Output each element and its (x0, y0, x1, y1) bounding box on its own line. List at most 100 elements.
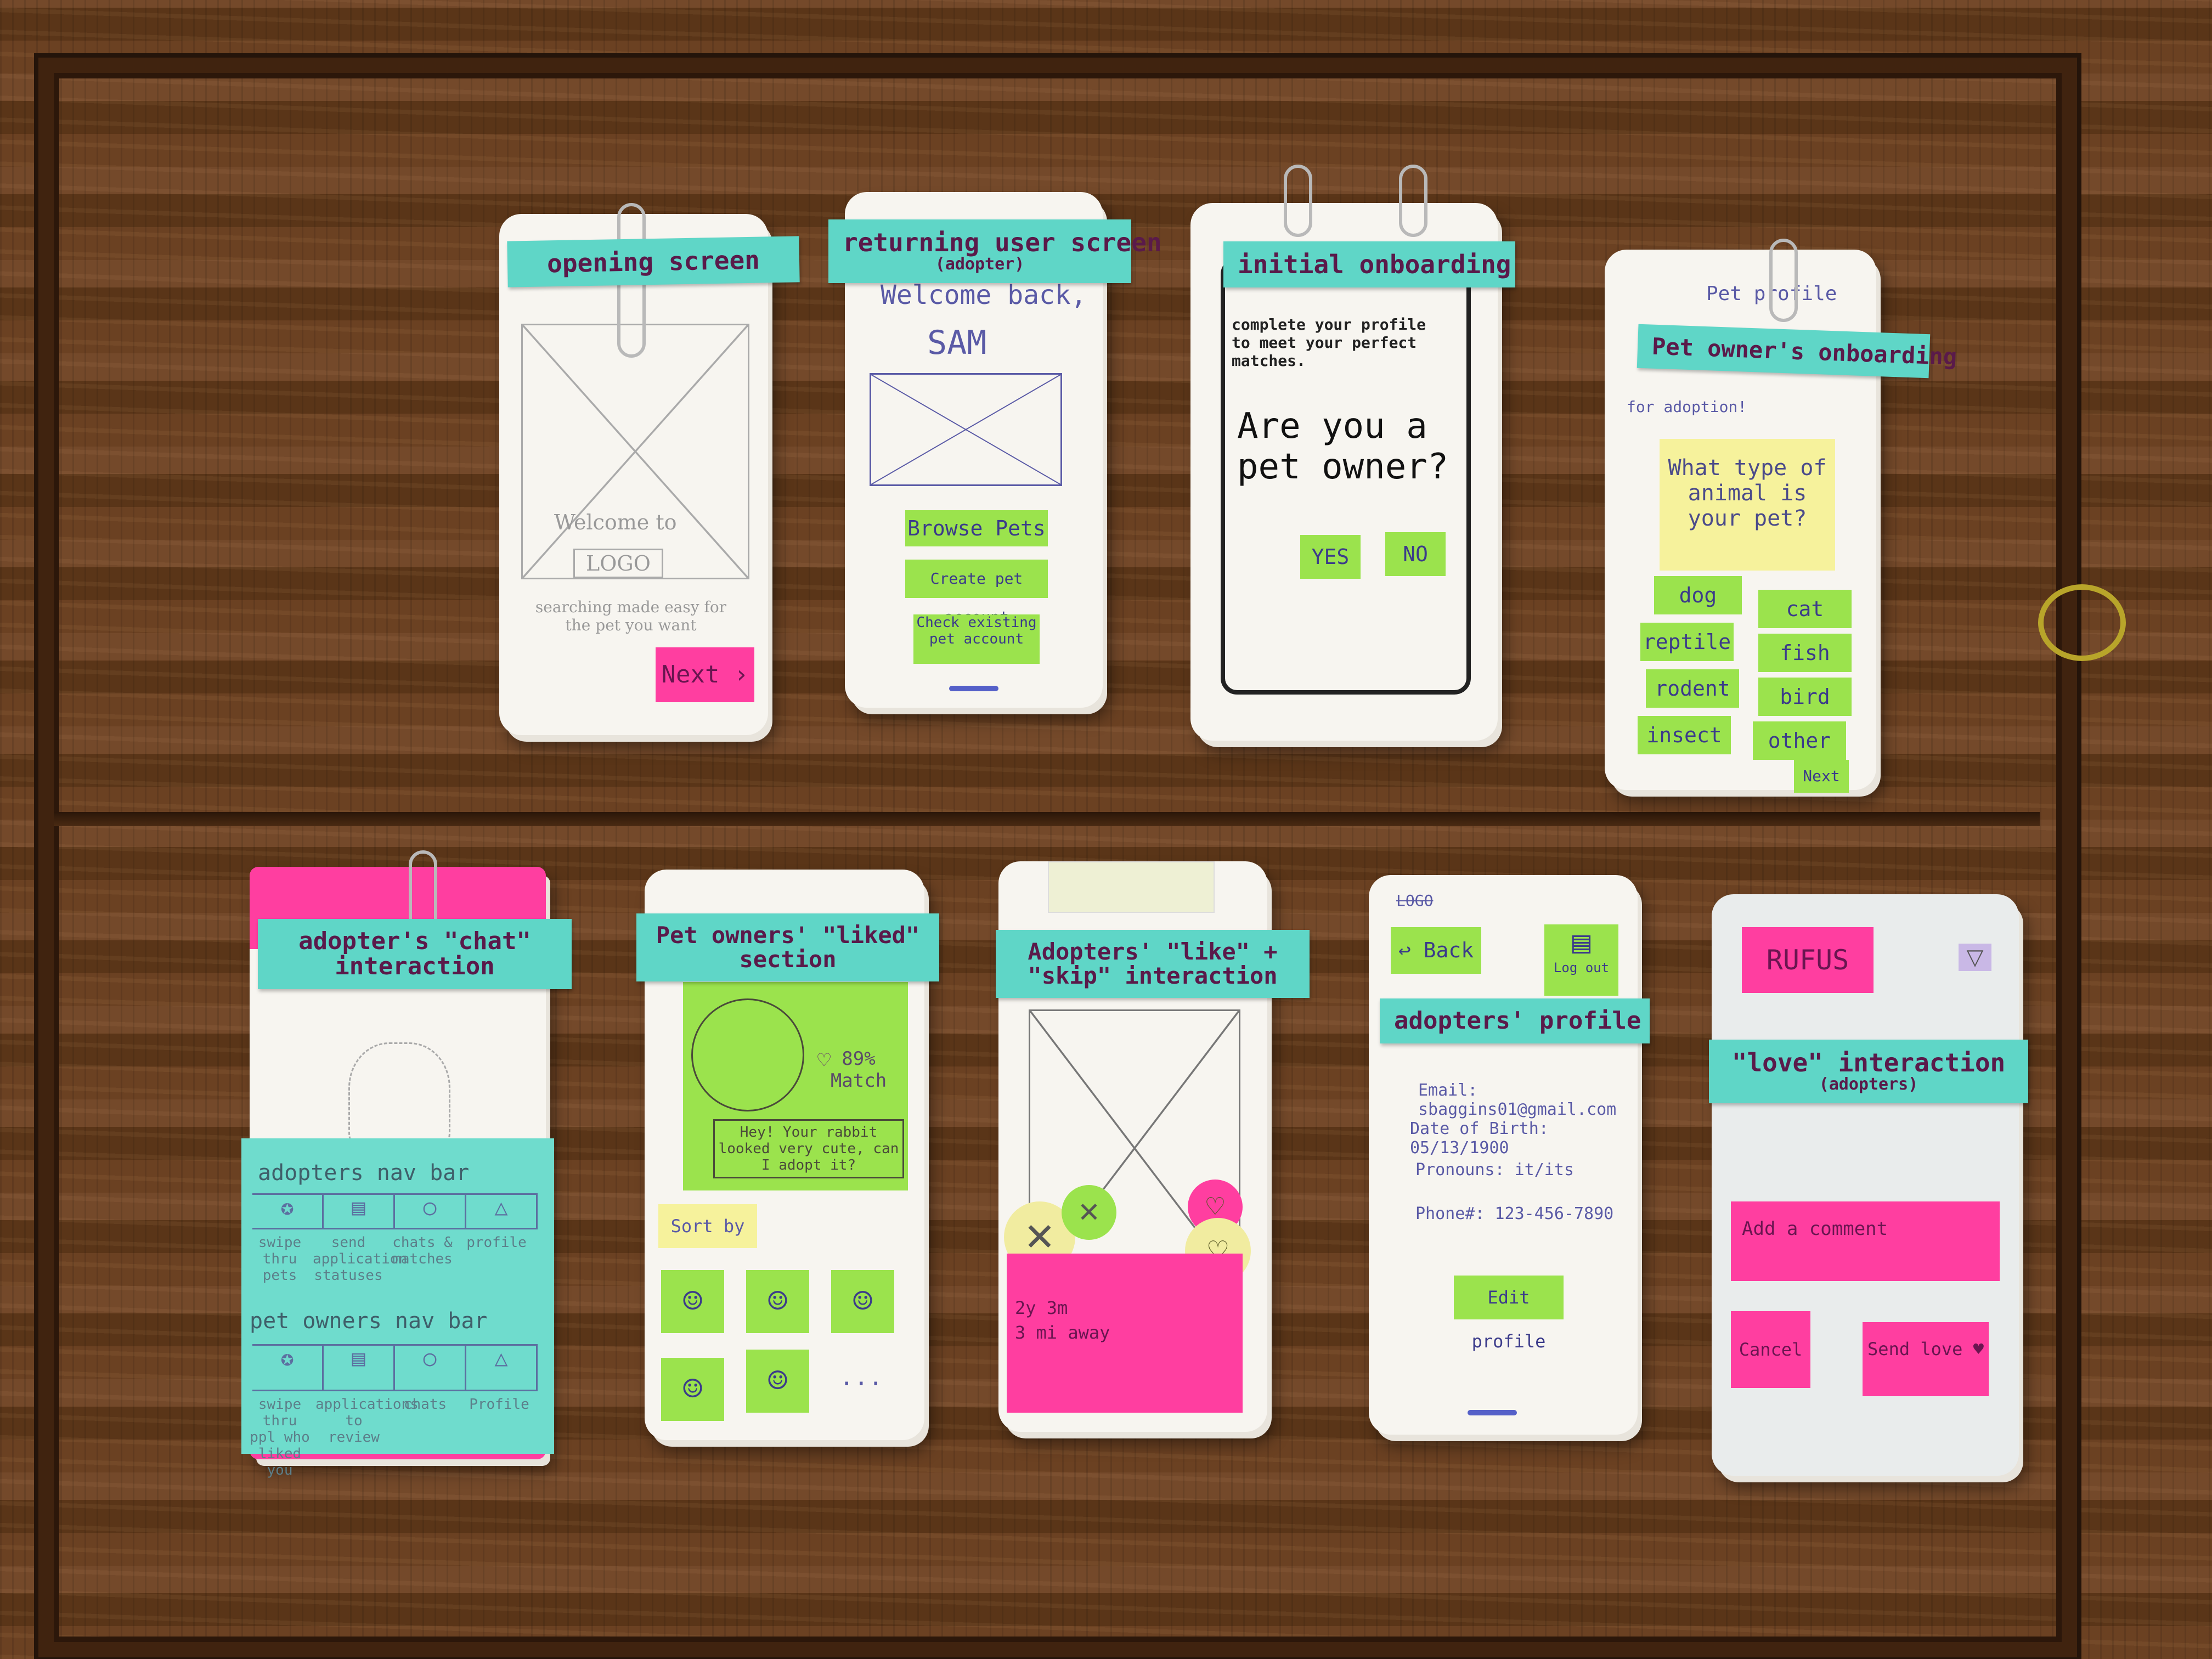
send-love-button[interactable]: Send love ♥ (1863, 1322, 1989, 1396)
chat-bubble-icon[interactable]: ○ (395, 1195, 466, 1228)
owners-nav-label-2: applications to review (315, 1396, 419, 1446)
option-insect[interactable]: insect (1638, 716, 1731, 754)
pet-thumb-2[interactable]: ☺ (746, 1270, 809, 1333)
document-icon[interactable]: ▤ (324, 1195, 395, 1228)
pet-name-sticky: RUFUS (1742, 927, 1874, 993)
nav-bar-sticky: adopters nav bar ✪ ▤ ○ △ swipe thru pets… (241, 1138, 554, 1479)
love-interaction-card: RUFUS ▽ Add a comment Cancel Send love ♥ (1712, 894, 2019, 1476)
send-love-label: Send love (1867, 1339, 1963, 1359)
chat-interaction-label: adopter's "chat" interaction (258, 919, 572, 990)
skip-button-2[interactable]: ✕ (1062, 1185, 1116, 1240)
phone-field: Phone#: 123-456-7890 (1415, 1204, 1614, 1223)
logo: LOGO (1396, 891, 1434, 910)
adopters-nav-label-2: send application statuses (313, 1234, 408, 1284)
owners-nav-label-3: chats (403, 1396, 447, 1413)
owners-nav-label-4: Profile (469, 1396, 529, 1413)
comment-input[interactable]: Add a comment (1731, 1201, 2000, 1281)
returning-user-label: returning user screen (adopter) (828, 219, 1162, 283)
owners-nav-label-1: swipe thru ppl who liked you (250, 1396, 310, 1479)
option-fish[interactable]: fish (1758, 634, 1852, 672)
no-label: NO (1403, 542, 1428, 566)
check-pet-account-button[interactable]: Check existing pet account (913, 614, 1040, 664)
image-placeholder (870, 373, 1062, 486)
heart-icon: ♥ (1973, 1339, 1984, 1359)
adopters-nav-bar: ✪ ▤ ○ △ (252, 1193, 538, 1229)
back-icon: ↩ (1398, 938, 1411, 962)
adopters-profile-card: LOGO ↩ Back ▤ Log out Email: sbaggins01@g… (1369, 875, 1638, 1435)
logout-button[interactable]: ▤ Log out (1544, 924, 1618, 996)
pet-thumb-5[interactable]: ☺ (746, 1350, 809, 1413)
user-name: SAM (927, 324, 987, 362)
filter-icon[interactable]: ▽ (1959, 944, 1991, 971)
tape-subtext: (adopter) (935, 255, 1025, 274)
tape-text: adopter's "chat" interaction (298, 927, 531, 981)
next-button[interactable]: Next (1794, 760, 1849, 793)
dob-field: Date of Birth: 05/13/1900 (1410, 1119, 1549, 1158)
tape-text: adopters' profile (1394, 1007, 1641, 1035)
sort-by-button[interactable]: Sort by (658, 1204, 757, 1248)
cancel-button[interactable]: Cancel (1731, 1311, 1810, 1388)
paper-clip (1769, 239, 1798, 322)
opening-screen-label: opening screen (507, 236, 800, 287)
pet-info-sticky: 2y 3m 3 mi away (1007, 1254, 1243, 1413)
adopters-profile-label: adopters' profile (1380, 998, 1650, 1044)
sort-label: Sort by (670, 1216, 745, 1237)
pet-thumb-4[interactable]: ☺ (661, 1358, 724, 1421)
option-rodent[interactable]: rodent (1646, 669, 1739, 708)
home-indicator (1468, 1410, 1517, 1415)
email-field: Email: sbaggins01@gmail.com (1418, 1081, 1617, 1119)
owners-nav-bar: ✪ ▤ ○ △ (252, 1344, 538, 1391)
create-pet-account-button[interactable]: Create pet account (905, 560, 1048, 626)
next-button[interactable]: Next › (656, 647, 754, 702)
rubber-band (2038, 584, 2126, 661)
tape-text: Pet owner's onboarding (1651, 332, 1957, 371)
pet-thumb-1[interactable]: ☺ (661, 1270, 724, 1333)
image-placeholder (521, 324, 749, 579)
adopters-nav-label-3: chats & matches (392, 1234, 453, 1267)
option-bird[interactable]: bird (1758, 678, 1852, 716)
back-button[interactable]: ↩ Back (1391, 927, 1481, 974)
pronouns-field: Pronouns: it/its (1415, 1160, 1574, 1180)
chat-bubble-icon[interactable]: ○ (395, 1346, 466, 1390)
tape-text: returning user screen (843, 228, 1162, 257)
logout-icon: ▤ (1572, 924, 1591, 960)
edit-profile-button[interactable]: Edit profile (1454, 1276, 1564, 1352)
love-interaction-label: "love" interaction (adopters) (1709, 1040, 2028, 1103)
person-icon[interactable]: △ (466, 1195, 538, 1228)
no-button[interactable]: NO (1385, 532, 1446, 576)
tape-strip (1048, 861, 1215, 913)
liked-pet-sticky: ♡ 89% Match Hey! Your rabbit looked very… (683, 982, 908, 1190)
browse-pets-button[interactable]: Browse Pets (905, 510, 1048, 546)
tape-text: initial onboarding (1238, 250, 1511, 279)
match-percentage: 89% Match (830, 1048, 887, 1092)
tape-text: "love" interaction (1731, 1048, 2006, 1077)
adopters-nav-label-4: profile (466, 1234, 527, 1251)
option-reptile[interactable]: reptile (1640, 623, 1734, 661)
cat-sketch (691, 998, 804, 1111)
chat-message: Hey! Your rabbit looked very cute, can I… (713, 1119, 904, 1178)
option-dog[interactable]: dog (1654, 576, 1742, 614)
document-icon[interactable]: ▤ (324, 1346, 395, 1390)
arrow-right-icon: › (733, 661, 749, 689)
adopters-nav-title: adopters nav bar (258, 1160, 470, 1186)
comment-placeholder: Add a comment (1742, 1218, 1888, 1240)
adopters-nav-label-1: swipe thru pets (258, 1234, 302, 1284)
status-bar (867, 200, 1081, 215)
logout-label: Log out (1553, 960, 1610, 975)
option-other[interactable]: other (1753, 721, 1846, 760)
pet-owner-question: Are you a pet owner? (1237, 406, 1449, 487)
swipe-icon[interactable]: ✪ (252, 1346, 324, 1390)
pet-thumb-3[interactable]: ☺ (831, 1270, 894, 1333)
pet-age: 2y 3m (1015, 1297, 1068, 1318)
tape-text: Adopters' "like" + "skip" interaction (1028, 938, 1278, 990)
animal-type-question: What type of animal is your pet? (1660, 439, 1835, 571)
tagline: searching made easy for the pet you want (535, 598, 727, 634)
swipe-icon[interactable]: ✪ (252, 1195, 324, 1228)
person-icon[interactable]: △ (466, 1346, 538, 1390)
yes-label: YES (1311, 545, 1350, 569)
option-cat[interactable]: cat (1758, 590, 1852, 628)
liked-section-label: Pet owners' "liked" section (636, 913, 939, 982)
yes-button[interactable]: YES (1300, 535, 1361, 579)
welcome-text: Welcome to (554, 510, 677, 534)
table-seam (54, 812, 2040, 826)
